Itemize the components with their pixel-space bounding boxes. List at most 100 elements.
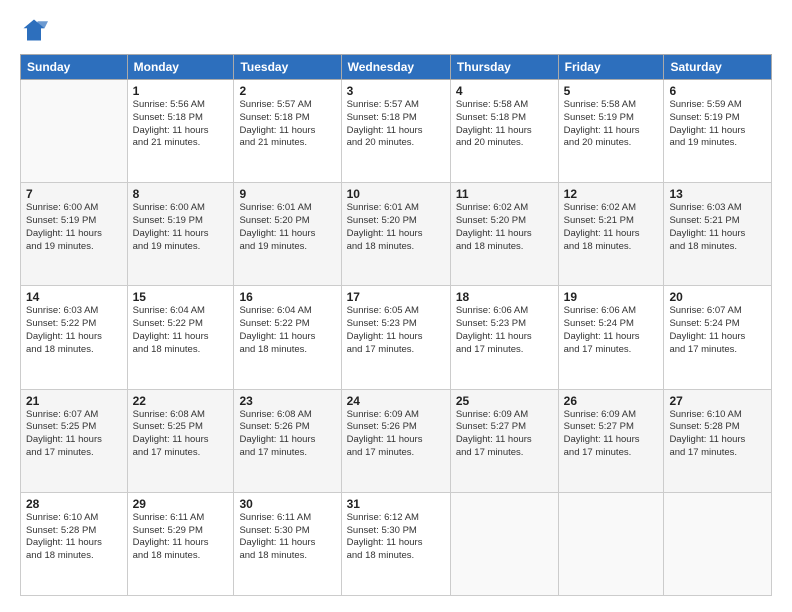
day-info: Sunrise: 6:09 AMSunset: 5:27 PMDaylight:… xyxy=(456,409,553,460)
day-info: Sunrise: 6:07 AMSunset: 5:24 PMDaylight:… xyxy=(669,305,766,356)
calendar-cell: 1Sunrise: 5:56 AMSunset: 5:18 PMDaylight… xyxy=(127,80,234,183)
calendar-header-row: SundayMondayTuesdayWednesdayThursdayFrid… xyxy=(21,55,772,80)
day-number: 3 xyxy=(347,84,445,98)
calendar-cell: 4Sunrise: 5:58 AMSunset: 5:18 PMDaylight… xyxy=(450,80,558,183)
col-header-friday: Friday xyxy=(558,55,664,80)
day-info: Sunrise: 6:02 AMSunset: 5:21 PMDaylight:… xyxy=(564,202,659,253)
day-info: Sunrise: 5:57 AMSunset: 5:18 PMDaylight:… xyxy=(347,99,445,150)
day-number: 30 xyxy=(239,497,335,511)
calendar-cell: 14Sunrise: 6:03 AMSunset: 5:22 PMDayligh… xyxy=(21,286,128,389)
day-info: Sunrise: 6:12 AMSunset: 5:30 PMDaylight:… xyxy=(347,512,445,563)
day-number: 16 xyxy=(239,290,335,304)
calendar-cell: 28Sunrise: 6:10 AMSunset: 5:28 PMDayligh… xyxy=(21,492,128,595)
day-number: 4 xyxy=(456,84,553,98)
calendar-cell: 13Sunrise: 6:03 AMSunset: 5:21 PMDayligh… xyxy=(664,183,772,286)
day-number: 23 xyxy=(239,394,335,408)
day-info: Sunrise: 6:10 AMSunset: 5:28 PMDaylight:… xyxy=(26,512,122,563)
day-info: Sunrise: 6:08 AMSunset: 5:26 PMDaylight:… xyxy=(239,409,335,460)
calendar-cell xyxy=(664,492,772,595)
day-number: 18 xyxy=(456,290,553,304)
calendar-table: SundayMondayTuesdayWednesdayThursdayFrid… xyxy=(20,54,772,596)
day-number: 20 xyxy=(669,290,766,304)
day-number: 9 xyxy=(239,187,335,201)
calendar-cell: 27Sunrise: 6:10 AMSunset: 5:28 PMDayligh… xyxy=(664,389,772,492)
calendar-cell: 19Sunrise: 6:06 AMSunset: 5:24 PMDayligh… xyxy=(558,286,664,389)
day-info: Sunrise: 6:09 AMSunset: 5:27 PMDaylight:… xyxy=(564,409,659,460)
day-number: 11 xyxy=(456,187,553,201)
calendar-cell: 15Sunrise: 6:04 AMSunset: 5:22 PMDayligh… xyxy=(127,286,234,389)
calendar-cell: 31Sunrise: 6:12 AMSunset: 5:30 PMDayligh… xyxy=(341,492,450,595)
calendar-cell xyxy=(558,492,664,595)
calendar-cell: 25Sunrise: 6:09 AMSunset: 5:27 PMDayligh… xyxy=(450,389,558,492)
day-number: 6 xyxy=(669,84,766,98)
calendar-cell: 11Sunrise: 6:02 AMSunset: 5:20 PMDayligh… xyxy=(450,183,558,286)
calendar-cell: 22Sunrise: 6:08 AMSunset: 5:25 PMDayligh… xyxy=(127,389,234,492)
day-number: 22 xyxy=(133,394,229,408)
day-number: 19 xyxy=(564,290,659,304)
day-info: Sunrise: 6:03 AMSunset: 5:21 PMDaylight:… xyxy=(669,202,766,253)
day-info: Sunrise: 6:04 AMSunset: 5:22 PMDaylight:… xyxy=(239,305,335,356)
day-number: 26 xyxy=(564,394,659,408)
day-number: 25 xyxy=(456,394,553,408)
header xyxy=(20,16,772,44)
calendar-cell: 29Sunrise: 6:11 AMSunset: 5:29 PMDayligh… xyxy=(127,492,234,595)
calendar-cell: 8Sunrise: 6:00 AMSunset: 5:19 PMDaylight… xyxy=(127,183,234,286)
day-number: 13 xyxy=(669,187,766,201)
day-number: 1 xyxy=(133,84,229,98)
calendar-cell: 21Sunrise: 6:07 AMSunset: 5:25 PMDayligh… xyxy=(21,389,128,492)
calendar-cell: 12Sunrise: 6:02 AMSunset: 5:21 PMDayligh… xyxy=(558,183,664,286)
day-info: Sunrise: 6:01 AMSunset: 5:20 PMDaylight:… xyxy=(239,202,335,253)
day-number: 29 xyxy=(133,497,229,511)
calendar-cell: 6Sunrise: 5:59 AMSunset: 5:19 PMDaylight… xyxy=(664,80,772,183)
day-info: Sunrise: 6:08 AMSunset: 5:25 PMDaylight:… xyxy=(133,409,229,460)
day-number: 12 xyxy=(564,187,659,201)
calendar-cell: 20Sunrise: 6:07 AMSunset: 5:24 PMDayligh… xyxy=(664,286,772,389)
day-info: Sunrise: 6:00 AMSunset: 5:19 PMDaylight:… xyxy=(26,202,122,253)
col-header-saturday: Saturday xyxy=(664,55,772,80)
day-number: 24 xyxy=(347,394,445,408)
day-info: Sunrise: 6:06 AMSunset: 5:23 PMDaylight:… xyxy=(456,305,553,356)
day-info: Sunrise: 6:07 AMSunset: 5:25 PMDaylight:… xyxy=(26,409,122,460)
day-info: Sunrise: 5:58 AMSunset: 5:18 PMDaylight:… xyxy=(456,99,553,150)
calendar-cell xyxy=(21,80,128,183)
col-header-thursday: Thursday xyxy=(450,55,558,80)
calendar-cell: 30Sunrise: 6:11 AMSunset: 5:30 PMDayligh… xyxy=(234,492,341,595)
day-number: 21 xyxy=(26,394,122,408)
col-header-tuesday: Tuesday xyxy=(234,55,341,80)
day-number: 27 xyxy=(669,394,766,408)
calendar-cell: 16Sunrise: 6:04 AMSunset: 5:22 PMDayligh… xyxy=(234,286,341,389)
calendar-cell xyxy=(450,492,558,595)
day-number: 28 xyxy=(26,497,122,511)
calendar-cell: 9Sunrise: 6:01 AMSunset: 5:20 PMDaylight… xyxy=(234,183,341,286)
calendar-cell: 17Sunrise: 6:05 AMSunset: 5:23 PMDayligh… xyxy=(341,286,450,389)
day-number: 8 xyxy=(133,187,229,201)
logo xyxy=(20,16,52,44)
day-number: 14 xyxy=(26,290,122,304)
calendar-cell: 24Sunrise: 6:09 AMSunset: 5:26 PMDayligh… xyxy=(341,389,450,492)
calendar-week-4: 21Sunrise: 6:07 AMSunset: 5:25 PMDayligh… xyxy=(21,389,772,492)
day-number: 17 xyxy=(347,290,445,304)
calendar-cell: 23Sunrise: 6:08 AMSunset: 5:26 PMDayligh… xyxy=(234,389,341,492)
day-number: 10 xyxy=(347,187,445,201)
day-info: Sunrise: 6:05 AMSunset: 5:23 PMDaylight:… xyxy=(347,305,445,356)
calendar-week-1: 1Sunrise: 5:56 AMSunset: 5:18 PMDaylight… xyxy=(21,80,772,183)
calendar-cell: 7Sunrise: 6:00 AMSunset: 5:19 PMDaylight… xyxy=(21,183,128,286)
calendar-cell: 3Sunrise: 5:57 AMSunset: 5:18 PMDaylight… xyxy=(341,80,450,183)
page: SundayMondayTuesdayWednesdayThursdayFrid… xyxy=(0,0,792,612)
day-info: Sunrise: 6:01 AMSunset: 5:20 PMDaylight:… xyxy=(347,202,445,253)
day-info: Sunrise: 5:59 AMSunset: 5:19 PMDaylight:… xyxy=(669,99,766,150)
calendar-cell: 18Sunrise: 6:06 AMSunset: 5:23 PMDayligh… xyxy=(450,286,558,389)
day-info: Sunrise: 5:56 AMSunset: 5:18 PMDaylight:… xyxy=(133,99,229,150)
day-number: 31 xyxy=(347,497,445,511)
day-number: 15 xyxy=(133,290,229,304)
calendar-week-2: 7Sunrise: 6:00 AMSunset: 5:19 PMDaylight… xyxy=(21,183,772,286)
day-number: 7 xyxy=(26,187,122,201)
calendar-cell: 5Sunrise: 5:58 AMSunset: 5:19 PMDaylight… xyxy=(558,80,664,183)
day-number: 5 xyxy=(564,84,659,98)
col-header-monday: Monday xyxy=(127,55,234,80)
day-info: Sunrise: 6:06 AMSunset: 5:24 PMDaylight:… xyxy=(564,305,659,356)
day-info: Sunrise: 6:09 AMSunset: 5:26 PMDaylight:… xyxy=(347,409,445,460)
day-info: Sunrise: 6:11 AMSunset: 5:29 PMDaylight:… xyxy=(133,512,229,563)
day-info: Sunrise: 6:04 AMSunset: 5:22 PMDaylight:… xyxy=(133,305,229,356)
day-info: Sunrise: 5:58 AMSunset: 5:19 PMDaylight:… xyxy=(564,99,659,150)
